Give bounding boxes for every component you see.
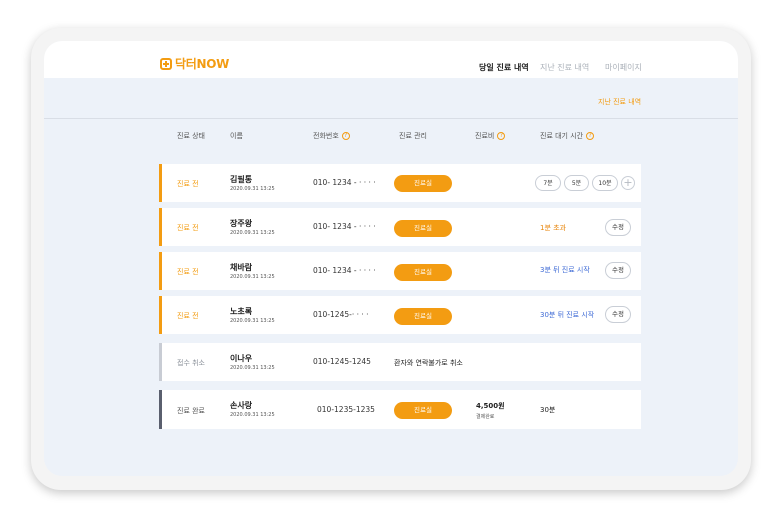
help-icon[interactable]: ? [586, 132, 595, 140]
status-bar [159, 296, 162, 334]
add-wait-option-icon[interactable]: + [621, 176, 635, 190]
header-status-label: 진료 상태 [177, 132, 205, 140]
edit-button[interactable]: 수정 [605, 306, 631, 323]
header-name-label: 이름 [230, 132, 243, 140]
nav-today-records[interactable]: 당일 진료 내역 [479, 62, 529, 73]
payment-status: 결제완료 [476, 414, 495, 420]
edit-button[interactable]: 수정 [605, 219, 631, 236]
visit-date: 2020.09.31 13:25 [230, 274, 275, 280]
status-text: 진료 전 [177, 224, 199, 232]
nav-past-records[interactable]: 지난 진료 내역 [540, 62, 589, 73]
wait-time: 30분 [540, 406, 556, 414]
cancel-reason: 환자와 연락불가로 취소 [394, 359, 463, 367]
consult-room-button[interactable]: 진료실 [394, 175, 452, 192]
status-bar [159, 252, 162, 290]
header-name: 이름 [230, 131, 243, 141]
nav-mypage[interactable]: 마이페이지 [605, 62, 642, 73]
phone-number: 010-1245-· · · · [313, 310, 369, 319]
logo-text: 닥터NOW [175, 57, 230, 71]
edit-button[interactable]: 수정 [605, 262, 631, 279]
phone-number: 010- 1234 - · · · · [313, 266, 376, 275]
table-row[interactable]: 접수 취소 이나우 2020.09.31 13:25 010-1245-1245… [159, 343, 641, 381]
header-divider [44, 118, 738, 119]
patient-name: 장주왕 [230, 219, 253, 228]
consult-room-button[interactable]: 진료실 [394, 402, 452, 419]
visit-date: 2020.09.31 13:25 [230, 412, 275, 418]
table-row[interactable]: 진료 전 김필통 2020.09.31 13:25 010- 1234 - · … [159, 164, 641, 202]
logo[interactable]: 닥터NOW [160, 55, 229, 72]
wait-option-button[interactable]: 5분 [564, 175, 589, 191]
consult-room-button[interactable]: 진료실 [394, 308, 452, 325]
status-text: 진료 전 [177, 180, 199, 188]
patient-name: 노초록 [230, 307, 253, 316]
status-text: 진료 전 [177, 268, 199, 276]
table-row[interactable]: 진료 전 노초록 2020.09.31 13:25 010-1245-· · ·… [159, 296, 641, 334]
header-wait: 진료 대기 시간? [540, 131, 595, 141]
consult-room-button[interactable]: 진료실 [394, 220, 452, 237]
wait-time: 1분 초과 [540, 224, 566, 232]
top-navigation-bar: 닥터NOW 당일 진료 내역 지난 진료 내역 마이페이지 [44, 41, 738, 78]
header-status: 진료 상태 [177, 131, 205, 141]
app-screen: 닥터NOW 당일 진료 내역 지난 진료 내역 마이페이지 지난 진료 내역 진… [44, 41, 738, 476]
help-icon[interactable]: ? [341, 132, 350, 140]
fee-amount: 4,500원 [476, 402, 505, 410]
patient-name: 이나우 [230, 354, 253, 363]
phone-number: 010-1235-1235 [317, 405, 375, 414]
visit-date: 2020.09.31 13:25 [230, 365, 275, 371]
wait-time: 30분 뒤 진료 시작 [540, 311, 595, 319]
phone-number: 010-1245-1245 [313, 357, 371, 366]
visit-date: 2020.09.31 13:25 [230, 318, 275, 324]
table-row[interactable]: 진료 전 장주왕 2020.09.31 13:25 010- 1234 - · … [159, 208, 641, 246]
header-wait-label: 진료 대기 시간 [540, 132, 584, 140]
phone-number: 010- 1234 - · · · · [313, 178, 376, 187]
table-row[interactable]: 진료 전 채바람 2020.09.31 13:25 010- 1234 - · … [159, 252, 641, 290]
visit-date: 2020.09.31 13:25 [230, 186, 275, 192]
header-phone-label: 전화번호 [313, 132, 339, 140]
header-phone: 전화번호? [313, 131, 350, 141]
wait-option-button[interactable]: 10분 [592, 175, 618, 191]
patient-name: 채바람 [230, 263, 253, 272]
consult-room-button[interactable]: 진료실 [394, 264, 452, 281]
status-text: 진료 완료 [177, 407, 205, 415]
phone-number: 010- 1234 - · · · · [313, 222, 376, 231]
header-manage-label: 진료 관리 [399, 132, 427, 140]
patient-name: 손사랑 [230, 401, 253, 410]
header-fee: 진료비? [475, 131, 506, 141]
status-bar [159, 390, 162, 429]
medical-cross-icon [160, 57, 172, 70]
status-bar [159, 343, 162, 381]
table-row[interactable]: 진료 완료 손사랑 2020.09.31 13:25 010-1235-1235… [159, 390, 641, 429]
wait-option-button[interactable]: 7분 [535, 175, 561, 191]
past-records-link[interactable]: 지난 진료 내역 [598, 97, 641, 107]
wait-time: 3분 뒤 진료 시작 [540, 266, 590, 274]
help-icon[interactable]: ? [497, 132, 506, 140]
status-text: 진료 전 [177, 312, 199, 320]
status-bar [159, 208, 162, 246]
status-bar [159, 164, 162, 202]
status-text: 접수 취소 [177, 359, 205, 367]
visit-date: 2020.09.31 13:25 [230, 230, 275, 236]
patient-name: 김필통 [230, 175, 253, 184]
header-manage: 진료 관리 [399, 131, 427, 141]
header-fee-label: 진료비 [475, 132, 495, 140]
